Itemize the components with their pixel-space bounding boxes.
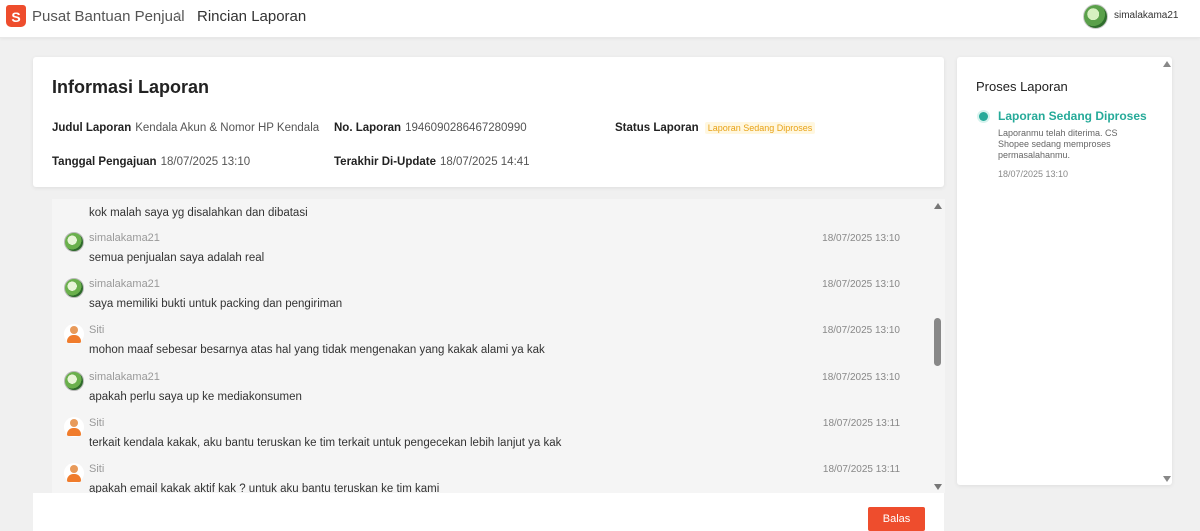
- chevron-right-icon: ›: [176, 6, 182, 23]
- side-scroll-down-icon[interactable]: [1163, 476, 1171, 482]
- process-title: Proses Laporan: [976, 79, 1068, 94]
- message-sender: simalakama21: [89, 371, 160, 383]
- step-dot-icon: [979, 112, 988, 121]
- tanggal-field: Tanggal Pengajuan 18/07/2025 13:10: [52, 156, 250, 168]
- chat-message: simalakama21 18/07/2025 13:10 apakah per…: [52, 367, 912, 413]
- agent-avatar-icon: [64, 463, 84, 483]
- agent-avatar-icon: [64, 417, 84, 437]
- judul-field: Judul Laporan Kendala Akun & Nomor HP Ken…: [52, 122, 319, 134]
- message-time: 18/07/2025 13:10: [822, 233, 900, 244]
- message-time: 18/07/2025 13:10: [822, 372, 900, 383]
- message-text: terkait kendala kakak, aku bantu teruska…: [89, 437, 562, 449]
- step-time: 18/07/2025 13:10: [998, 169, 1069, 179]
- message-time: 18/07/2025 13:10: [822, 325, 900, 336]
- agent-avatar-icon: [64, 324, 84, 344]
- message-sender: Siti: [89, 463, 105, 475]
- message-text: mohon maaf sebesar besarnya atas hal yan…: [89, 344, 545, 356]
- reply-area: [33, 493, 944, 531]
- tanggal-value: 18/07/2025 13:10: [160, 156, 251, 168]
- scroll-up-icon[interactable]: [934, 203, 942, 209]
- status-field: Status Laporan Laporan Sedang Diproses: [615, 122, 816, 134]
- process-panel: Proses Laporan Laporan Sedang Diproses L…: [957, 57, 1172, 485]
- chat-message: simalakama21 18/07/2025 13:10 semua penj…: [52, 228, 912, 274]
- user-avatar-small: [64, 278, 84, 298]
- no-laporan-field: No. Laporan 1946090286467280990: [334, 122, 527, 134]
- message-sender: simalakama21: [89, 278, 160, 290]
- message-text: semua penjualan saya adalah real: [89, 252, 265, 264]
- partial-message-text: kok malah saya yg disalahkan dan dibatas…: [89, 207, 308, 219]
- message-sender: Siti: [89, 417, 105, 429]
- user-avatar-small: [64, 232, 84, 252]
- chat-scrollbar-thumb[interactable]: [934, 318, 941, 366]
- no-label: No. Laporan: [334, 122, 402, 134]
- shopee-logo-icon[interactable]: S: [6, 5, 26, 27]
- message-text: apakah email kakak aktif kak ? untuk aku…: [89, 483, 440, 493]
- update-field: Terakhir Di-Update 18/07/2025 14:41: [334, 156, 530, 168]
- report-info-card: Informasi Laporan Judul Laporan Kendala A…: [33, 57, 944, 187]
- message-text: apakah perlu saya up ke mediakonsumen: [89, 391, 302, 403]
- message-sender: Siti: [89, 324, 105, 336]
- update-value: 18/07/2025 14:41: [440, 156, 530, 168]
- chat-message: simalakama21 18/07/2025 13:10 saya memil…: [52, 274, 912, 320]
- info-title: Informasi Laporan: [52, 77, 210, 97]
- message-time: 18/07/2025 13:10: [822, 279, 900, 290]
- step-title: Laporan Sedang Diproses: [998, 109, 1147, 123]
- update-label: Terakhir Di-Update: [334, 156, 437, 168]
- chat-message: Siti 18/07/2025 13:11 terkait kendala ka…: [52, 413, 912, 459]
- chat-message: Siti 18/07/2025 13:11 apakah email kakak…: [52, 459, 912, 493]
- message-time: 18/07/2025 13:11: [822, 418, 900, 429]
- chat-history[interactable]: simalakama21 18/07/2025 13:10 semua penj…: [52, 199, 945, 493]
- tanggal-label: Tanggal Pengajuan: [52, 156, 157, 168]
- message-text: saya memiliki bukti untuk packing dan pe…: [89, 298, 343, 310]
- scroll-down-icon[interactable]: [934, 484, 942, 490]
- user-avatar[interactable]: [1083, 4, 1108, 29]
- judul-label: Judul Laporan: [52, 122, 132, 134]
- step-description: Laporanmu telah diterima. CS Shopee seda…: [998, 128, 1118, 160]
- reply-button[interactable]: Balas: [868, 507, 925, 531]
- message-time: 18/07/2025 13:11: [822, 464, 900, 475]
- message-sender: simalakama21: [89, 232, 160, 244]
- status-badge: Laporan Sedang Diproses: [704, 122, 816, 134]
- no-value: 1946090286467280990: [405, 122, 527, 134]
- logo-letter: S: [11, 9, 21, 25]
- side-scroll-up-icon[interactable]: [1163, 61, 1171, 67]
- chat-message: Siti 18/07/2025 13:10 mohon maaf sebesar…: [52, 320, 912, 366]
- brand-link[interactable]: Pusat Bantuan Penjual: [32, 8, 185, 25]
- user-avatar-small: [64, 371, 84, 391]
- status-label: Status Laporan: [615, 122, 699, 134]
- judul-value: Kendala Akun & Nomor HP Kendala: [135, 122, 320, 134]
- top-bar: S Pusat Bantuan Penjual › Rincian Lapora…: [0, 0, 1200, 38]
- user-name[interactable]: simalakama21: [1114, 10, 1178, 21]
- breadcrumb-current: Rincian Laporan: [197, 8, 307, 25]
